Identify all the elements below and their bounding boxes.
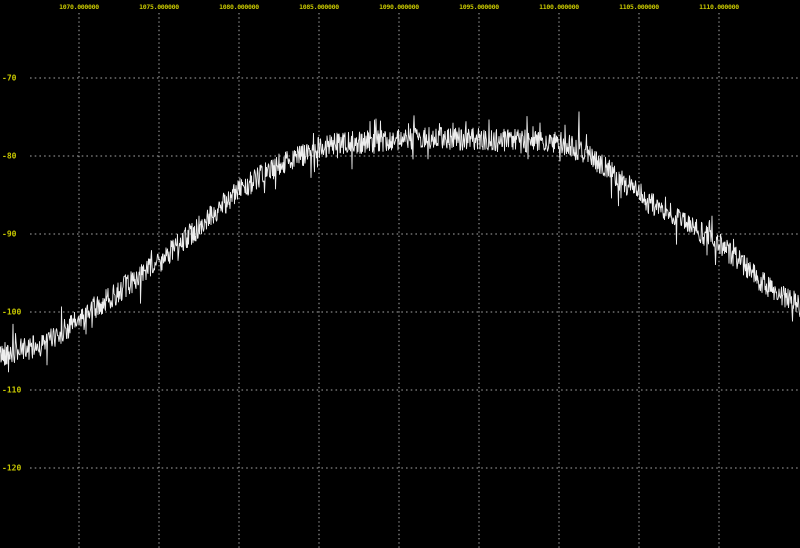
x-tick-label: 1085.000000 [299,3,339,11]
spectrum-trace [0,111,800,373]
y-tick-label: -120 [2,464,21,473]
y-tick-label: -70 [2,74,17,83]
x-tick-label: 1110.000000 [699,3,739,11]
x-tick-label: 1090.000000 [379,3,419,11]
x-tick-label: 1070.000000 [59,3,99,11]
axis-labels: 1070.000000 1075.000000 1080.000000 1085.00… [2,3,740,473]
grid [30,13,800,548]
y-tick-label: -100 [2,308,21,317]
y-tick-label: -110 [2,386,21,395]
spectrum-analyzer-display: 1070.000000 1075.000000 1080.000000 1085.00… [0,0,800,548]
spectrum-plot: 1070.000000 1075.000000 1080.000000 1085.00… [0,3,800,548]
x-tick-label: 1075.000000 [139,3,179,11]
x-tick-label: 1080.000000 [219,3,259,11]
x-tick-label: 1105.000000 [619,3,659,11]
x-tick-label: 1095.000000 [459,3,499,11]
y-tick-label: -80 [2,152,17,161]
x-tick-label: 1100.000000 [539,3,579,11]
y-tick-label: -90 [2,230,17,239]
